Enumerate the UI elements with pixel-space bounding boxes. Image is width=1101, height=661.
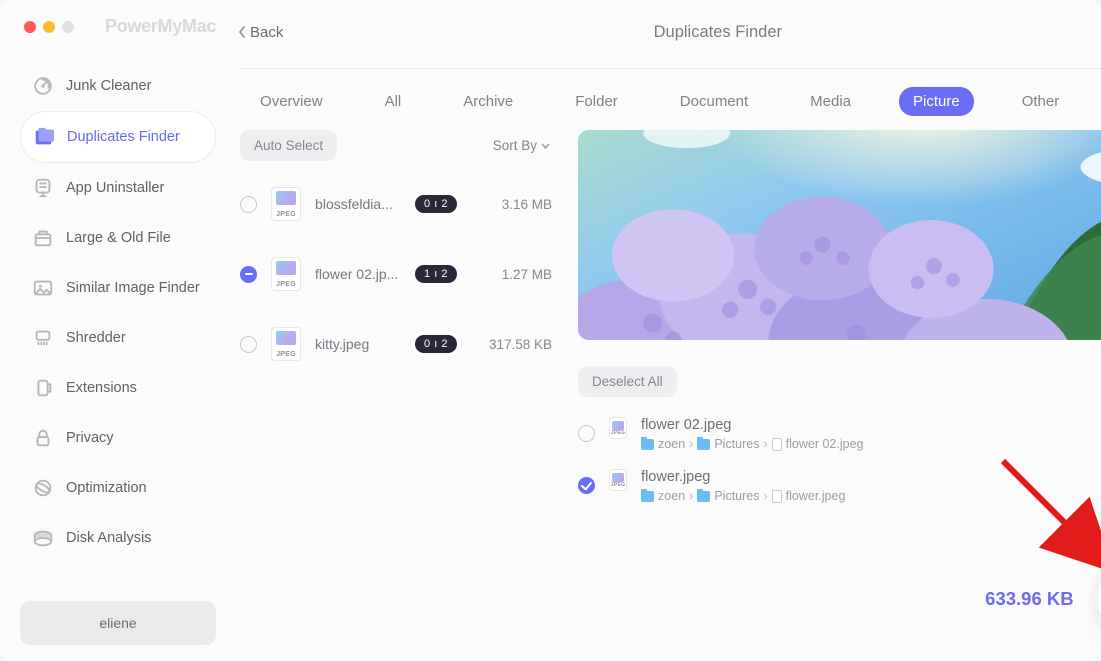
detail-checkbox[interactable] [578, 477, 595, 494]
nav-label: Large & Old File [66, 230, 171, 246]
app-name: PowerMyMac [105, 16, 216, 37]
preview-image [578, 130, 1101, 340]
folder-icon [697, 439, 710, 450]
file-icon [772, 438, 782, 451]
nav-icon [32, 177, 54, 199]
tab-overview[interactable]: Overview [246, 87, 337, 116]
window-close[interactable] [24, 21, 36, 33]
nav-label: Junk Cleaner [66, 78, 151, 94]
tab-picture[interactable]: Picture [899, 87, 974, 116]
tab-folder[interactable]: Folder [561, 87, 632, 116]
sort-by-groups[interactable]: Sort By [493, 138, 550, 153]
folder-icon [697, 491, 710, 502]
total-size: 633.96 KB [985, 588, 1073, 610]
file-size: 3.16 MB [502, 197, 558, 212]
deselect-all-button[interactable]: Deselect All [578, 366, 677, 397]
detail-row[interactable]: JPEG flower 02.jpeg zoen›Pictures›flower 0… [578, 415, 1101, 453]
sidebar-item-extensions[interactable]: Extensions [20, 363, 216, 413]
detail-filename: flower.jpeg [641, 469, 1087, 485]
detail-list: JPEG flower 02.jpeg zoen›Pictures›flower 0… [578, 415, 1101, 505]
file-group-row[interactable]: JPEG blossfeldia... 0 ı 2 3.16 MB [240, 187, 558, 221]
folder-icon [641, 439, 654, 450]
file-group-list: JPEG blossfeldia... 0 ı 2 3.16 MB JPEG flower… [240, 187, 558, 361]
file-size: 317.58 KB [489, 337, 558, 352]
nav-label: Duplicates Finder [67, 129, 180, 145]
file-size: 1.27 MB [502, 267, 558, 282]
group-checkbox[interactable] [240, 196, 257, 213]
sidebar-item-disk-analysis[interactable]: Disk Analysis [20, 513, 216, 563]
detail-checkbox[interactable] [578, 425, 595, 442]
dup-count-badge: 0 ı 2 [415, 335, 457, 353]
sidebar-item-large-old-file[interactable]: Large & Old File [20, 213, 216, 263]
nav-icon [32, 227, 54, 249]
file-thumb: JPEG [271, 327, 301, 361]
file-name: flower 02.jp... [315, 266, 401, 282]
folder-icon [641, 491, 654, 502]
detail-filename: flower 02.jpeg [641, 417, 1087, 433]
dup-count-badge: 0 ı 2 [415, 195, 457, 213]
clean-button[interactable]: CLEAN [1098, 553, 1101, 645]
titlebar: PowerMyMac [20, 16, 216, 37]
sidebar-item-app-uninstaller[interactable]: App Uninstaller [20, 163, 216, 213]
tab-media[interactable]: Media [796, 87, 865, 116]
detail-path: zoen›Pictures›flower 02.jpeg [641, 437, 1087, 451]
chevron-down-icon [541, 143, 550, 149]
window-maximize[interactable] [62, 21, 74, 33]
sidebar: PowerMyMac Junk Cleaner Duplicates Finder… [0, 0, 226, 661]
nav-icon [32, 377, 54, 399]
nav-label: Disk Analysis [66, 530, 151, 546]
file-group-row[interactable]: JPEG kitty.jpeg 0 ı 2 317.58 KB [240, 327, 558, 361]
window-minimize[interactable] [43, 21, 55, 33]
file-thumb: JPEG [271, 257, 301, 291]
page-title: Duplicates Finder [226, 23, 1101, 42]
file-name: kitty.jpeg [315, 336, 401, 352]
group-checkbox[interactable] [240, 266, 257, 283]
nav-label: Privacy [66, 430, 114, 446]
header: Back Duplicates Finder ? [226, 8, 1101, 56]
main: Back Duplicates Finder ? Overview All Arch… [226, 0, 1101, 661]
sidebar-item-similar-image-finder[interactable]: Similar Image Finder [20, 263, 216, 313]
file-icon [772, 490, 782, 503]
nav-label: App Uninstaller [66, 180, 164, 196]
file-group-row[interactable]: JPEG flower 02.jp... 1 ı 2 1.27 MB [240, 257, 558, 291]
dup-count-badge: 1 ı 2 [415, 265, 457, 283]
nav-icon [32, 75, 54, 97]
detail-thumb: JPEG [609, 417, 627, 439]
tab-other[interactable]: Other [1008, 87, 1074, 116]
tab-all[interactable]: All [371, 87, 416, 116]
file-name: blossfeldia... [315, 196, 401, 212]
detail-thumb: JPEG [609, 469, 627, 491]
file-thumb: JPEG [271, 187, 301, 221]
tab-archive[interactable]: Archive [449, 87, 527, 116]
nav-label: Similar Image Finder [66, 280, 200, 296]
user-pill[interactable]: eliene [20, 601, 216, 645]
sidebar-item-optimization[interactable]: Optimization [20, 463, 216, 513]
nav-icon [32, 327, 54, 349]
group-checkbox[interactable] [240, 336, 257, 353]
auto-select-button[interactable]: Auto Select [240, 130, 337, 161]
sidebar-item-shredder[interactable]: Shredder [20, 313, 216, 363]
file-groups-column: Auto Select Sort By JPEG blossfeldia... 0 … [240, 130, 558, 661]
sidebar-item-junk-cleaner[interactable]: Junk Cleaner [20, 61, 216, 111]
nav-icon [32, 477, 54, 499]
tab-document[interactable]: Document [666, 87, 762, 116]
sidebar-item-privacy[interactable]: Privacy [20, 413, 216, 463]
sort-label: Sort By [493, 138, 537, 153]
detail-row[interactable]: JPEG flower.jpeg zoen›Pictures›flower.jpeg… [578, 467, 1101, 505]
detail-path: zoen›Pictures›flower.jpeg [641, 489, 1087, 503]
back-label: Back [250, 24, 283, 41]
nav-icon [32, 527, 54, 549]
sidebar-nav: Junk Cleaner Duplicates Finder App Uninsta… [20, 61, 216, 601]
sidebar-item-duplicates-finder[interactable]: Duplicates Finder [20, 111, 216, 163]
nav-icon [32, 427, 54, 449]
tabs: Overview All Archive Folder Document Media Pic… [226, 69, 1101, 130]
back-button[interactable]: Back [226, 24, 283, 41]
nav-label: Extensions [66, 380, 137, 396]
nav-icon [33, 126, 55, 148]
nav-label: Optimization [66, 480, 147, 496]
nav-icon [32, 277, 54, 299]
nav-label: Shredder [66, 330, 126, 346]
details-column: Deselect All Sort By JPEGflower 02.jpegz… [578, 130, 1101, 661]
